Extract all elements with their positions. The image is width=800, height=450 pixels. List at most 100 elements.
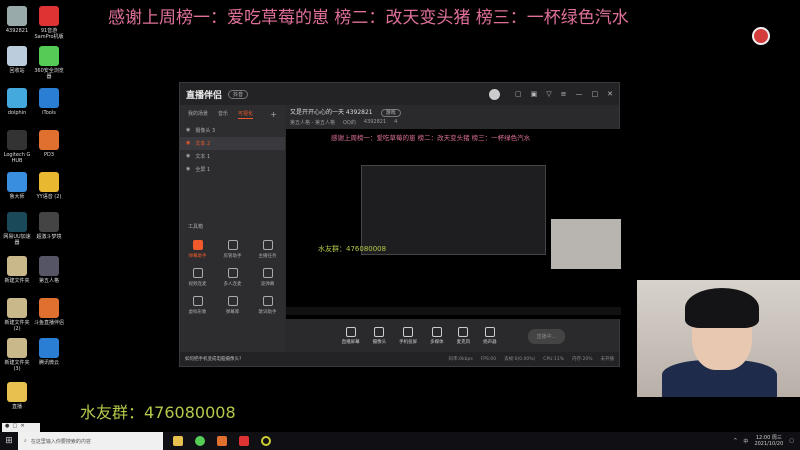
stream-preview[interactable]: 感谢上周榜一：爱吃草莓的崽 榜二：改天变头猪 榜三：一杯绿色汽水 水友群：476… [286, 129, 621, 319]
scene-item[interactable]: ◉ 摄像头 3 [180, 124, 285, 137]
filter-icon[interactable]: ▽ [546, 90, 551, 98]
desktop-icon[interactable]: 91音游 SamPro机版 [34, 6, 64, 40]
desktop-icon[interactable]: 回收站 [2, 46, 32, 74]
control-button[interactable]: 摄像头 [373, 327, 386, 345]
windows-start-icon[interactable]: ⊞ [0, 436, 18, 446]
tool-item[interactable]: 多人连麦 [215, 268, 250, 287]
obs-icon[interactable] [261, 436, 271, 446]
status-item: 未开播 [600, 357, 615, 362]
notification-icon[interactable]: ▢ [789, 438, 794, 444]
desktop-icon[interactable]: 腾讯微云 [34, 338, 64, 366]
desktop-icon[interactable]: Logitech G HUB [2, 130, 32, 164]
desktop-icon[interactable]: PD3 [34, 130, 64, 158]
browser-icon[interactable] [195, 436, 205, 446]
desktop-icon-label: 斗鱼直播伴侣 [34, 320, 65, 326]
avatar[interactable] [488, 88, 500, 100]
tool-item[interactable]: 虚拟形象 [180, 296, 215, 315]
message-icon[interactable]: ▢ [515, 90, 522, 98]
stream-title[interactable]: 又是开开心心的一天 4392821 [290, 109, 373, 116]
tool-icon [227, 240, 238, 250]
tool-icon [192, 268, 203, 278]
desktop-icon[interactable]: 新建文件夹 (2) [2, 298, 32, 332]
control-button[interactable]: 手机投屏 [399, 327, 417, 345]
control-button[interactable]: 麦克风 [457, 327, 470, 345]
webcam-overlay [637, 280, 800, 397]
mini-window[interactable]: ● □ ✕ [2, 423, 40, 432]
tool-item[interactable]: 视频连麦 [180, 268, 215, 287]
tool-item[interactable]: 歌词助手 [250, 296, 285, 315]
category[interactable]: 第五人格 - 第五人格 [290, 119, 335, 126]
tab-my-scenes[interactable]: 我的场景 [188, 110, 208, 119]
eye-icon[interactable]: ◉ [186, 140, 190, 147]
desktop-icon-label: YY语音 (2) [36, 194, 62, 200]
menu-icon[interactable]: ≡ [561, 90, 567, 98]
tip-link[interactable]: 如何把手机变成电脑摄像头? [185, 356, 241, 362]
control-icon [484, 327, 495, 337]
desktop-icon[interactable]: iTools [34, 88, 64, 116]
desktop-icon-label: 直播 [11, 404, 22, 410]
tool-icon [262, 240, 273, 250]
scene-item[interactable]: ◉ 全屏 1 [180, 163, 285, 176]
control-button[interactable]: 直播屏幕 [342, 327, 360, 345]
desktop-icon[interactable]: 超激斗梦境 [34, 212, 64, 240]
desktop-icon[interactable]: 网易UU加速器 [2, 212, 32, 246]
tool-item[interactable]: 房管助手 [215, 240, 250, 259]
scene-item[interactable]: ◉ 文本 1 [180, 150, 285, 163]
record-icon[interactable] [752, 27, 770, 45]
desktop-icon[interactable]: 鲁大师 [2, 172, 32, 200]
desktop-icon[interactable]: 斗鱼直播伴侣 [34, 298, 64, 326]
app-icon [39, 46, 59, 66]
taskbar-search[interactable]: ⌕ 在这里输入你要搜索的内容 [18, 432, 163, 450]
desktop-icon-label: 超激斗梦境 [36, 234, 62, 240]
close-icon[interactable]: ✕ [607, 90, 613, 98]
eye-icon[interactable]: ◉ [186, 153, 190, 160]
app-logo: 直播伴侣 [186, 90, 223, 101]
user-name: QQ的 [342, 120, 356, 126]
tool-item[interactable]: 波弹幕 [250, 268, 285, 287]
toolbox-title: 工具箱 [188, 224, 204, 230]
status-item: FPS:00 [480, 356, 497, 362]
tool-item[interactable]: 弹幕助手 [180, 240, 215, 259]
scene-item[interactable]: ◉ 文本 2 [180, 137, 285, 150]
desktop-icon[interactable]: 4392821 [2, 6, 32, 34]
desktop-icon[interactable]: 新建文件夹 [2, 256, 32, 284]
eye-icon[interactable]: ◉ [186, 166, 190, 173]
app-icon [39, 88, 59, 108]
desktop-icon[interactable]: dolphin [2, 88, 32, 116]
desktop-icon-label: 第五人格 [38, 278, 59, 284]
tab-music[interactable]: 音乐 [218, 110, 228, 119]
desktop-icon[interactable]: 新建文件夹 (3) [2, 338, 32, 372]
file-explorer-icon[interactable] [173, 436, 183, 446]
control-icon [374, 327, 385, 337]
control-button[interactable]: 多媒体 [430, 327, 444, 345]
app-icon[interactable] [239, 436, 249, 446]
tray-up-icon[interactable]: ^ [733, 438, 737, 444]
minimize-icon[interactable]: — [576, 90, 583, 98]
desktop-icon-label: 鲁大师 [9, 194, 25, 200]
app-icon [7, 172, 27, 192]
ime-indicator[interactable]: 中 [743, 438, 748, 445]
go-live-button[interactable]: 直播中... [527, 328, 566, 344]
status-item: 码率:0kbps [448, 357, 473, 362]
control-icon [403, 327, 414, 337]
add-icon[interactable]: + [270, 110, 277, 119]
tool-item[interactable]: 弹幕库 [215, 296, 250, 315]
qq-group-text: 水友群：476080008 [80, 403, 236, 422]
desktop-icon[interactable]: 360安全浏览器 [34, 46, 64, 80]
control-button[interactable]: 扬声器 [483, 327, 497, 345]
app-icon [39, 172, 59, 192]
status-item: CPU:11% [543, 356, 564, 362]
live-companion-icon[interactable] [217, 436, 227, 446]
app-icon [39, 256, 59, 276]
tab-visual[interactable]: 可视化 [238, 110, 254, 119]
maximize-icon[interactable]: □ [592, 90, 599, 98]
platform-badge[interactable]: 抖音 [228, 89, 249, 99]
app-icon [7, 88, 27, 108]
tool-item[interactable]: 主播任务 [250, 240, 285, 259]
eye-icon[interactable]: ◉ [186, 127, 190, 134]
desktop-icon[interactable]: YY语音 (2) [34, 172, 64, 200]
desktop-icon[interactable]: 第五人格 [34, 256, 64, 284]
skin-icon[interactable]: ▣ [531, 90, 538, 98]
clock[interactable]: 12:00 周三 2021/10/20 [754, 435, 783, 447]
desktop-icon[interactable]: 直播 [2, 382, 32, 410]
